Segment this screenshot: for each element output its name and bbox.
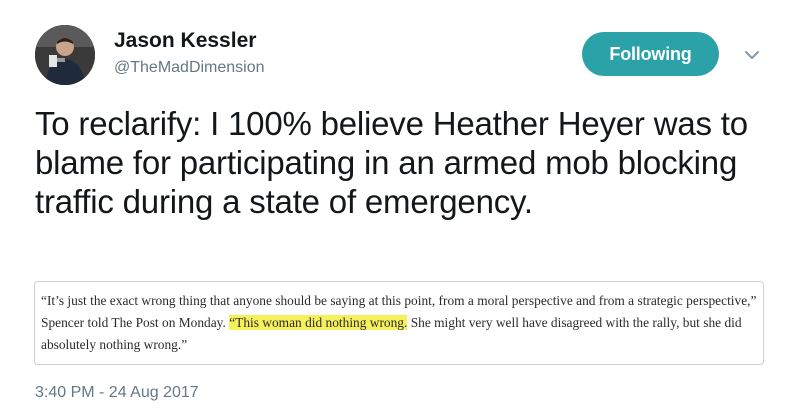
- author-name[interactable]: Jason Kessler: [114, 29, 256, 53]
- quote-screenshot[interactable]: “It’s just the exact wrong thing that an…: [34, 281, 764, 365]
- quote-highlight: “This woman did nothing wrong.: [229, 315, 408, 330]
- chevron-down-icon[interactable]: [741, 44, 763, 66]
- author-handle[interactable]: @TheMadDimension: [114, 59, 265, 77]
- user-avatar-icon: [35, 25, 95, 85]
- tweet-timestamp[interactable]: 3:40 PM - 24 Aug 2017: [35, 384, 199, 402]
- following-button[interactable]: Following: [582, 32, 719, 76]
- tweet-card: Jason Kessler @TheMadDimension Following…: [0, 0, 800, 420]
- tweet-text: To reclarify: I 100% believe Heather Hey…: [35, 105, 748, 220]
- avatar[interactable]: [35, 25, 95, 85]
